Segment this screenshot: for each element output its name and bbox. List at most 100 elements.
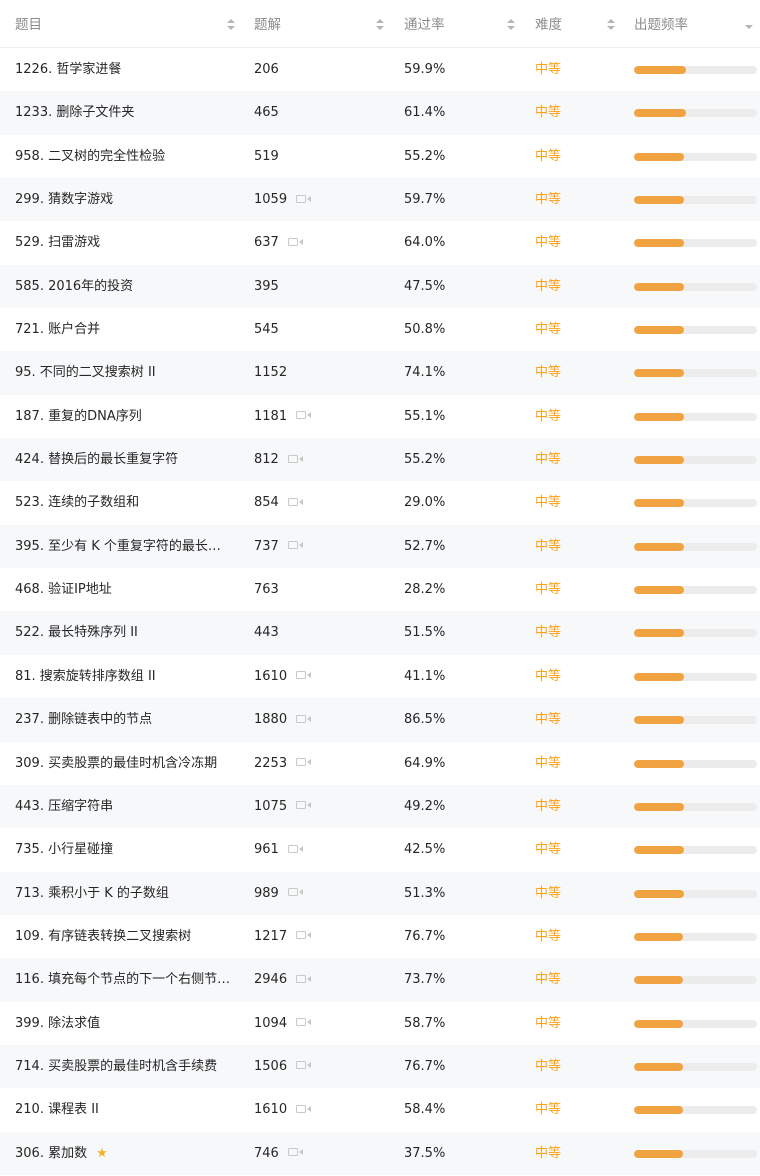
video-icon[interactable] — [287, 541, 303, 550]
table-row[interactable]: 468. 验证IP地址 763 28.2% 中等 — [0, 568, 760, 611]
sort-acceptance-icon[interactable] — [507, 19, 516, 31]
solutions-count[interactable]: 812 — [254, 438, 303, 481]
solutions-count[interactable]: 1880 — [254, 698, 312, 741]
problem-title-link[interactable]: 585. 2016年的投资 — [15, 265, 133, 308]
sort-solutions-icon[interactable] — [376, 19, 385, 31]
solutions-count[interactable]: 1610 — [254, 1088, 312, 1131]
table-row[interactable]: 309. 买卖股票的最佳时机含冷冻期 2253 64.9% 中等 — [0, 742, 760, 785]
video-icon[interactable] — [287, 888, 303, 897]
video-icon[interactable] — [296, 671, 312, 680]
solutions-count[interactable]: 1506 — [254, 1045, 312, 1088]
video-icon[interactable] — [287, 1148, 303, 1157]
solutions-count[interactable]: 737 — [254, 525, 303, 568]
header-difficulty[interactable]: 难度 — [535, 0, 562, 47]
solutions-count[interactable]: 1152 — [254, 351, 287, 394]
problem-title-link[interactable]: 522. 最长特殊序列 II — [15, 611, 138, 654]
solutions-count[interactable]: 1181 — [254, 395, 312, 438]
video-icon[interactable] — [296, 1018, 312, 1027]
header-acceptance[interactable]: 通过率 — [404, 0, 445, 47]
solutions-count[interactable]: 637 — [254, 221, 303, 264]
header-frequency[interactable]: 出题频率 — [634, 0, 688, 47]
problem-title-link[interactable]: 309. 买卖股票的最佳时机含冷冻期 — [15, 742, 217, 785]
table-row[interactable]: 585. 2016年的投资 395 47.5% 中等 — [0, 264, 760, 309]
video-icon[interactable] — [296, 1104, 312, 1113]
problem-title-link[interactable]: 187. 重复的DNA序列 — [15, 395, 142, 438]
table-row[interactable]: 299. 猜数字游戏 1059 59.7% 中等 — [0, 178, 760, 222]
solutions-count[interactable]: 1094 — [254, 1002, 312, 1045]
table-row[interactable]: 81. 搜索旋转排序数组 II 1610 41.1% 中等 — [0, 655, 760, 698]
problem-title-link[interactable]: 443. 压缩字符串 — [15, 785, 113, 828]
solutions-count[interactable]: 465 — [254, 91, 279, 134]
solutions-count[interactable]: 1217 — [254, 915, 312, 958]
problem-title-link[interactable]: 523. 连续的子数组和 — [15, 481, 139, 524]
solutions-count[interactable]: 1075 — [254, 785, 312, 828]
problem-title-link[interactable]: 299. 猜数字游戏 — [15, 178, 113, 221]
video-icon[interactable] — [296, 974, 312, 983]
video-icon[interactable] — [296, 801, 312, 810]
problem-title-link[interactable]: 395. 至少有 K 个重复字符的最长… — [15, 525, 221, 568]
video-icon[interactable] — [287, 497, 303, 506]
problem-title-link[interactable]: 237. 删除链表中的节点 — [15, 698, 152, 741]
video-icon[interactable] — [296, 1061, 312, 1070]
sort-title-icon[interactable] — [227, 19, 236, 31]
solutions-count[interactable]: 746 — [254, 1132, 303, 1175]
problem-title-link[interactable]: 958. 二叉树的完全性检验 — [15, 135, 165, 178]
problem-title-link[interactable]: 713. 乘积小于 K 的子数组 — [15, 872, 169, 915]
solutions-count[interactable]: 2253 — [254, 742, 312, 785]
table-row[interactable]: 714. 买卖股票的最佳时机含手续费 1506 76.7% 中等 — [0, 1044, 760, 1089]
table-row[interactable]: 237. 删除链表中的节点 1880 86.5% 中等 — [0, 698, 760, 742]
table-row[interactable]: 395. 至少有 K 个重复字符的最长… 737 52.7% 中等 — [0, 524, 760, 569]
video-icon[interactable] — [296, 758, 312, 766]
problem-title-link[interactable]: 399. 除法求值 — [15, 1002, 100, 1045]
table-row[interactable]: 713. 乘积小于 K 的子数组 989 51.3% 中等 — [0, 871, 760, 915]
sort-difficulty-icon[interactable] — [607, 19, 616, 31]
solutions-count[interactable]: 989 — [254, 872, 303, 915]
problem-title-link[interactable]: 721. 账户合并 — [15, 308, 100, 351]
problem-title-link[interactable]: 306. 累加数 ★ — [15, 1132, 108, 1175]
header-title[interactable]: 题目 — [15, 0, 42, 47]
video-icon[interactable] — [296, 714, 312, 723]
table-row[interactable]: 187. 重复的DNA序列 1181 55.1% 中等 — [0, 395, 760, 438]
problem-title-link[interactable]: 714. 买卖股票的最佳时机含手续费 — [15, 1045, 217, 1088]
video-icon[interactable] — [296, 411, 312, 420]
table-row[interactable]: 523. 连续的子数组和 854 29.0% 中等 — [0, 481, 760, 524]
video-icon[interactable] — [287, 844, 303, 853]
table-row[interactable]: 210. 课程表 II 1610 58.4% 中等 — [0, 1088, 760, 1131]
problem-title-link[interactable]: 116. 填充每个节点的下一个右侧节… — [15, 958, 230, 1001]
problem-title-link[interactable]: 109. 有序链表转换二叉搜索树 — [15, 915, 191, 958]
problem-title-link[interactable]: 529. 扫雷游戏 — [15, 221, 100, 264]
problem-title-link[interactable]: 95. 不同的二叉搜索树 II — [15, 351, 156, 394]
table-row[interactable]: 95. 不同的二叉搜索树 II 1152 74.1% 中等 — [0, 351, 760, 395]
video-icon[interactable] — [287, 454, 303, 463]
video-icon[interactable] — [296, 194, 312, 203]
problem-title-link[interactable]: 424. 替换后的最长重复字符 — [15, 438, 178, 481]
solutions-count[interactable]: 443 — [254, 611, 279, 654]
table-row[interactable]: 958. 二叉树的完全性检验 519 55.2% 中等 — [0, 135, 760, 178]
problem-title-link[interactable]: 735. 小行星碰撞 — [15, 828, 113, 871]
table-row[interactable]: 116. 填充每个节点的下一个右侧节… 2946 73.7% 中等 — [0, 958, 760, 1002]
table-row[interactable]: 306. 累加数 ★ 746 37.5% 中等 — [0, 1131, 760, 1175]
problem-title-link[interactable]: 1233. 删除子文件夹 — [15, 91, 134, 134]
table-row[interactable]: 522. 最长特殊序列 II 443 51.5% 中等 — [0, 611, 760, 655]
video-icon[interactable] — [296, 931, 312, 940]
solutions-count[interactable]: 1059 — [254, 178, 312, 221]
table-row[interactable]: 1233. 删除子文件夹 465 61.4% 中等 — [0, 91, 760, 135]
header-solutions[interactable]: 题解 — [254, 0, 281, 47]
problem-title-link[interactable]: 1226. 哲学家进餐 — [15, 48, 121, 91]
solutions-count[interactable]: 519 — [254, 135, 279, 178]
video-icon[interactable] — [287, 237, 303, 246]
solutions-count[interactable]: 1610 — [254, 655, 312, 698]
table-row[interactable]: 399. 除法求值 1094 58.7% 中等 — [0, 1002, 760, 1045]
table-row[interactable]: 443. 压缩字符串 1075 49.2% 中等 — [0, 784, 760, 829]
solutions-count[interactable]: 961 — [254, 828, 303, 871]
table-row[interactable]: 1226. 哲学家进餐 206 59.9% 中等 — [0, 48, 760, 91]
table-row[interactable]: 735. 小行星碰撞 961 42.5% 中等 — [0, 828, 760, 871]
solutions-count[interactable]: 854 — [254, 481, 303, 524]
table-row[interactable]: 424. 替换后的最长重复字符 812 55.2% 中等 — [0, 438, 760, 482]
solutions-count[interactable]: 395 — [254, 265, 279, 308]
solutions-count[interactable]: 206 — [254, 48, 279, 91]
problem-title-link[interactable]: 210. 课程表 II — [15, 1088, 99, 1131]
table-row[interactable]: 529. 扫雷游戏 637 64.0% 中等 — [0, 221, 760, 264]
sort-frequency-desc-icon[interactable] — [745, 25, 753, 29]
problem-title-link[interactable]: 468. 验证IP地址 — [15, 568, 112, 611]
